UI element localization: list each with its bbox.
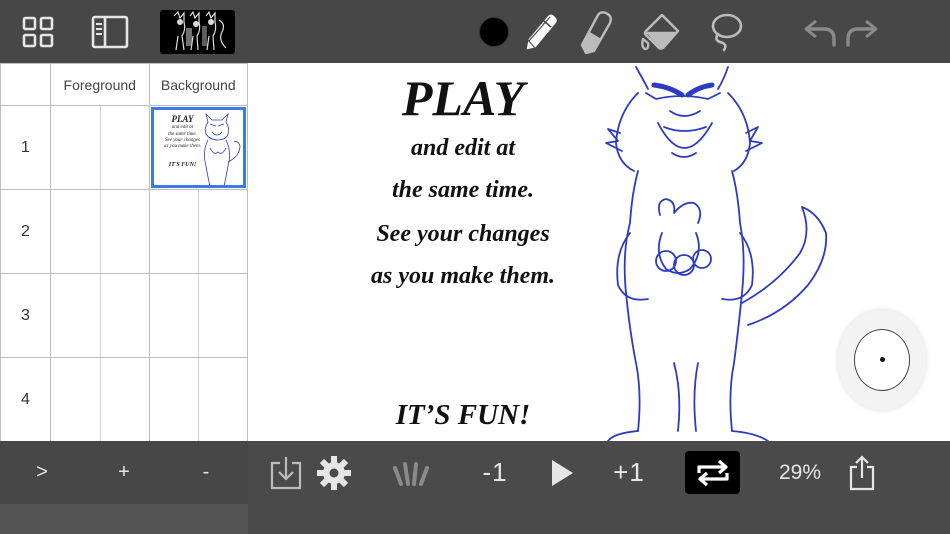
eraser-tool-button[interactable] [574,0,618,63]
pencil-tool-button[interactable] [518,0,562,63]
drawing-canvas[interactable]: PLAY and edit at the same time. See your… [248,63,950,441]
color-picker-button[interactable] [476,0,512,63]
frame-cell-foreground-1[interactable] [50,105,150,190]
redo-icon [846,19,878,47]
remove-frame-button[interactable]: - [186,441,226,504]
frame-cell-foreground-4[interactable] [50,357,150,442]
frame-cell-background-1[interactable]: PLAY and edit at the same time. See your… [148,105,248,190]
lasso-tool-button[interactable] [704,0,748,63]
timeline-grid: Foreground Background 1 PLAY and edit at… [0,63,248,442]
zoom-level-label: 29% [778,460,822,484]
character-sketch [605,66,828,441]
zoom-level[interactable]: 29% [772,441,828,504]
onion-skin-icon [393,461,429,486]
lasso-icon [711,13,743,51]
animation-app: Foreground Background 1 PLAY and edit at… [0,0,950,534]
loop-toggle-button[interactable] [685,451,740,494]
add-frame-label: + [118,461,130,483]
add-frame-button[interactable]: + [104,441,144,504]
step-forward-button[interactable]: +1 [604,441,654,504]
import-icon [270,456,302,489]
frame-cell-background-4[interactable] [148,357,248,442]
onion-skin-button[interactable] [388,441,434,504]
frame-number: 1 [0,105,51,190]
next-layer-label: > [36,461,48,483]
timeline-footer [0,504,248,534]
fill-bucket-icon [641,13,680,50]
step-back-label: -1 [482,457,508,487]
playback-bar: -1 +1 29% [248,441,950,534]
layers-panel-icon [91,15,129,48]
pencil-icon [525,14,557,51]
column-header-background[interactable]: Background [148,63,248,106]
toggle-timeline-button[interactable] [86,0,134,63]
step-back-button[interactable]: -1 [470,441,520,504]
eraser-icon [580,10,612,54]
thumb-character-sketch [203,112,240,185]
repeat-icon [696,459,729,486]
gear-icon [317,455,351,490]
frame-cell-foreground-3[interactable] [50,273,150,358]
share-icon [849,454,875,490]
joystick-dot [880,357,885,362]
frame-number: 2 [0,189,51,274]
top-toolbar [0,0,950,63]
frame-cell-background-3[interactable] [148,273,248,358]
fill-tool-button[interactable] [638,0,686,63]
selected-frame-thumbnail[interactable]: PLAY and edit at the same time. See your… [150,107,246,188]
remove-frame-label: - [202,461,210,483]
undo-button[interactable] [800,0,840,63]
column-header-foreground[interactable]: Foreground [50,63,150,106]
frame-number: 3 [0,273,51,358]
play-icon [552,459,573,486]
undo-icon [804,19,836,47]
canvas-joystick[interactable] [838,310,926,410]
frame-cell-background-2[interactable] [148,189,248,274]
share-button[interactable] [842,441,882,504]
import-button[interactable] [266,441,306,504]
grid-icon [22,16,54,47]
settings-button[interactable] [314,441,354,504]
next-layer-button[interactable]: > [22,441,62,504]
scene-thumbnail-image [173,10,227,51]
timeline-corner [0,63,51,106]
timeline-panel: Foreground Background 1 PLAY and edit at… [0,63,248,442]
frame-cell-foreground-2[interactable] [50,189,150,274]
timeline-controls: > + - [0,441,248,504]
frame-number: 4 [0,357,51,442]
play-button[interactable] [542,441,582,504]
scene-thumbnail-button[interactable] [160,10,235,54]
brush-color-swatch [479,16,509,47]
step-forward-label: +1 [613,457,645,487]
redo-button[interactable] [842,0,882,63]
gallery-button[interactable] [14,0,62,63]
